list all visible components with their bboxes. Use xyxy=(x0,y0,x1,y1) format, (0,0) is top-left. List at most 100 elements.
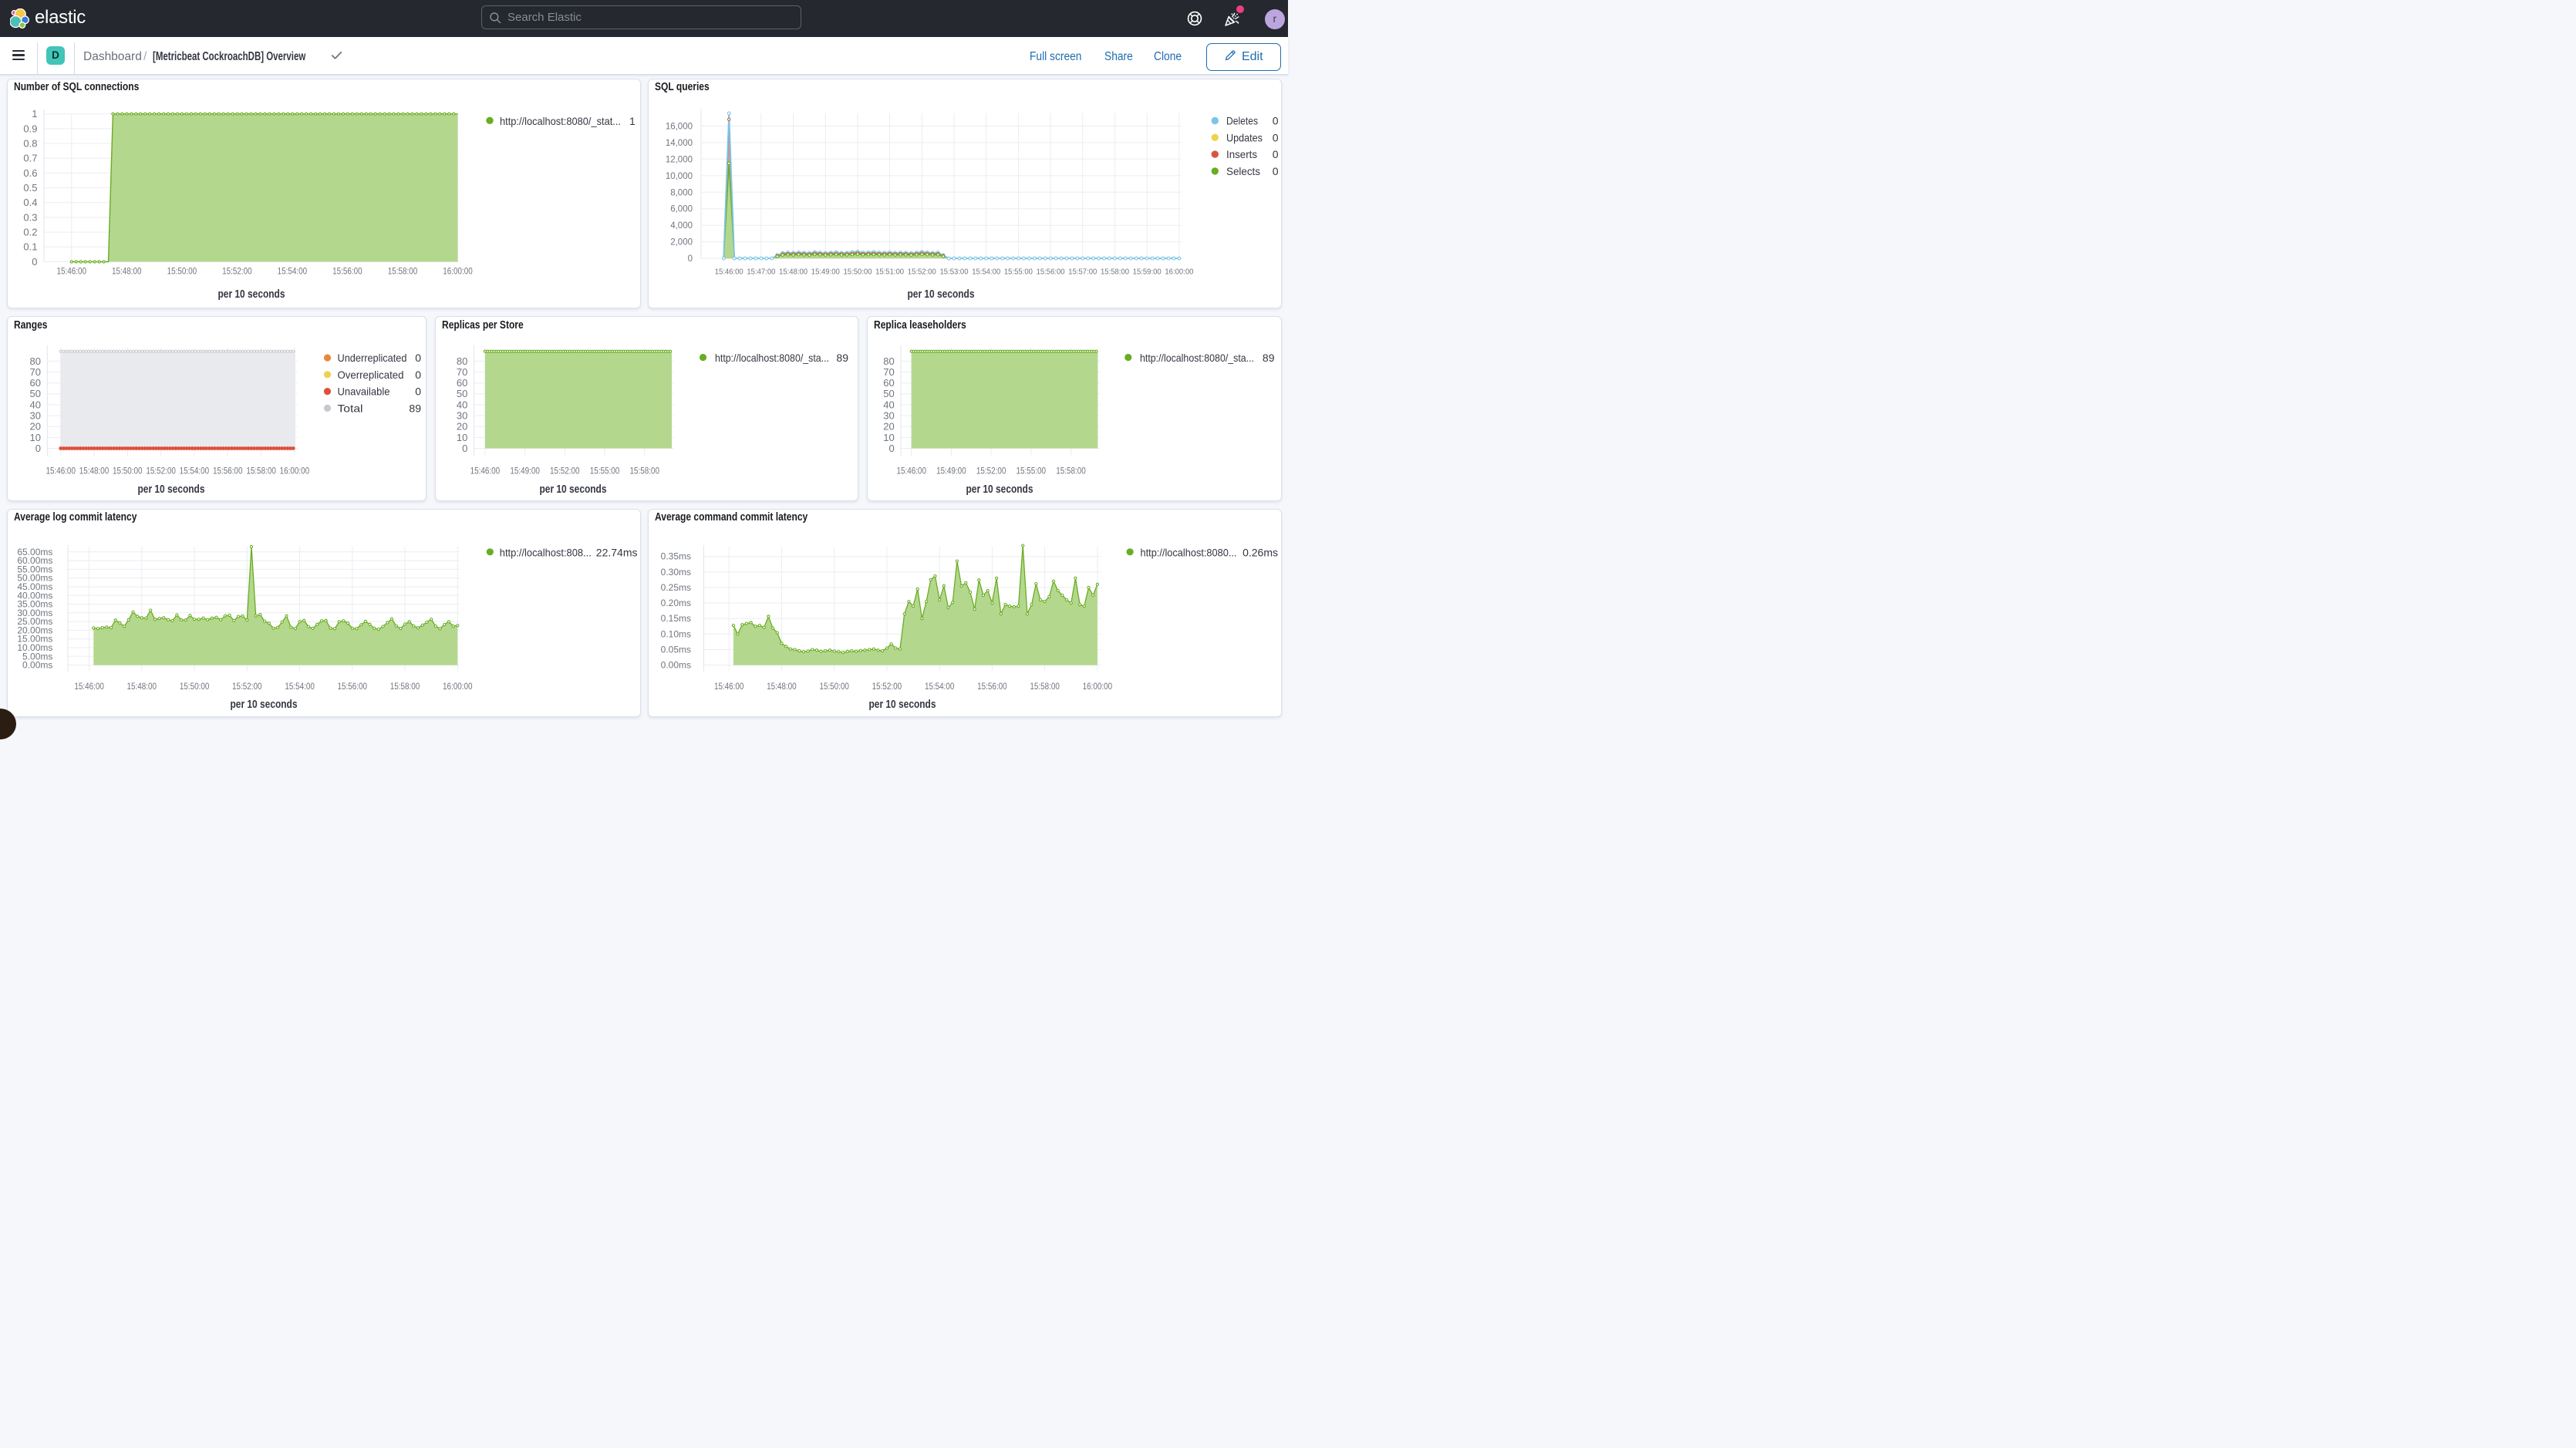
svg-text:70: 70 xyxy=(883,366,894,378)
svg-text:2,000: 2,000 xyxy=(670,237,693,247)
svg-text:0: 0 xyxy=(888,443,894,454)
svg-text:0.30ms: 0.30ms xyxy=(661,566,691,577)
svg-text:10: 10 xyxy=(29,432,40,443)
svg-text:0: 0 xyxy=(1273,164,1279,177)
svg-text:8,000: 8,000 xyxy=(670,188,693,197)
svg-text:per 10 seconds: per 10 seconds xyxy=(869,698,936,711)
svg-text:15:50:00: 15:50:00 xyxy=(179,681,209,692)
svg-text:6,000: 6,000 xyxy=(670,204,693,214)
svg-text:0.1: 0.1 xyxy=(23,241,37,252)
svg-text:80: 80 xyxy=(456,355,467,367)
svg-text:15:52:00: 15:52:00 xyxy=(232,681,262,692)
svg-text:15:50:00: 15:50:00 xyxy=(113,467,143,476)
svg-text:30: 30 xyxy=(29,410,40,422)
svg-text:15:58:00: 15:58:00 xyxy=(246,467,276,476)
svg-text:15:49:00: 15:49:00 xyxy=(811,267,840,276)
svg-text:15:50:00: 15:50:00 xyxy=(167,265,197,276)
svg-text:15:46:00: 15:46:00 xyxy=(714,681,744,692)
svg-text:15:58:00: 15:58:00 xyxy=(629,467,659,476)
svg-text:0: 0 xyxy=(415,352,421,364)
svg-text:per 10 seconds: per 10 seconds xyxy=(217,288,285,301)
svg-text:Total: Total xyxy=(337,402,362,414)
svg-text:80: 80 xyxy=(29,355,40,367)
svg-text:50: 50 xyxy=(456,388,467,399)
svg-text:15:58:00: 15:58:00 xyxy=(1056,467,1086,476)
svg-text:http://localhost:8080/_stat...: http://localhost:8080/_stat... xyxy=(500,114,621,126)
svg-text:http://localhost:8080/_sta...: http://localhost:8080/_sta... xyxy=(1140,352,1254,364)
svg-text:40: 40 xyxy=(456,399,467,410)
svg-text:per 10 seconds: per 10 seconds xyxy=(908,288,975,301)
svg-text:per 10 seconds: per 10 seconds xyxy=(230,698,297,711)
svg-text:12,000: 12,000 xyxy=(666,155,693,164)
svg-text:15:54:00: 15:54:00 xyxy=(285,681,315,692)
svg-text:60: 60 xyxy=(29,377,40,389)
svg-text:per 10 seconds: per 10 seconds xyxy=(539,483,606,496)
svg-text:15:48:00: 15:48:00 xyxy=(79,467,109,476)
svg-text:0: 0 xyxy=(688,254,693,264)
svg-text:16:00:00: 16:00:00 xyxy=(279,467,309,476)
svg-text:15:54:00: 15:54:00 xyxy=(179,467,209,476)
svg-text:89: 89 xyxy=(409,402,421,414)
svg-text:0.6: 0.6 xyxy=(23,167,37,178)
svg-text:15:52:00: 15:52:00 xyxy=(146,467,176,476)
svg-text:0.7: 0.7 xyxy=(23,152,37,163)
svg-text:16:00:00: 16:00:00 xyxy=(443,265,473,276)
svg-text:15:49:00: 15:49:00 xyxy=(510,467,540,476)
svg-text:15:47:00: 15:47:00 xyxy=(747,267,775,276)
svg-text:per 10 seconds: per 10 seconds xyxy=(137,483,204,496)
svg-text:14,000: 14,000 xyxy=(666,138,693,147)
svg-text:0.8: 0.8 xyxy=(23,137,37,149)
svg-text:0.26ms: 0.26ms xyxy=(1242,546,1278,558)
svg-text:http://localhost:808...: http://localhost:808... xyxy=(499,546,591,558)
svg-text:60: 60 xyxy=(883,377,894,389)
svg-text:0: 0 xyxy=(1273,148,1279,160)
svg-text:Deletes: Deletes xyxy=(1226,114,1258,126)
svg-text:0.9: 0.9 xyxy=(23,123,37,134)
svg-text:15:56:00: 15:56:00 xyxy=(212,467,242,476)
svg-text:15:59:00: 15:59:00 xyxy=(1133,267,1162,276)
svg-text:15:58:00: 15:58:00 xyxy=(1030,681,1060,692)
svg-text:15:46:00: 15:46:00 xyxy=(56,265,86,276)
svg-text:15:51:00: 15:51:00 xyxy=(875,267,904,276)
svg-text:Inserts: Inserts xyxy=(1226,148,1257,160)
svg-text:40: 40 xyxy=(29,399,40,410)
svg-text:0.2: 0.2 xyxy=(23,226,37,237)
svg-text:0.4: 0.4 xyxy=(23,197,37,208)
svg-text:Selects: Selects xyxy=(1226,164,1260,177)
svg-text:15:48:00: 15:48:00 xyxy=(112,265,142,276)
svg-text:0.00ms: 0.00ms xyxy=(661,659,691,670)
svg-text:15:55:00: 15:55:00 xyxy=(1017,467,1047,476)
svg-text:0: 0 xyxy=(415,369,421,381)
svg-text:70: 70 xyxy=(456,366,467,378)
svg-text:10: 10 xyxy=(883,432,894,443)
svg-text:4,000: 4,000 xyxy=(670,221,693,231)
svg-text:1: 1 xyxy=(32,108,37,120)
svg-text:0: 0 xyxy=(415,386,421,398)
svg-text:15:46:00: 15:46:00 xyxy=(74,681,104,692)
svg-text:15:58:00: 15:58:00 xyxy=(387,265,417,276)
svg-text:0: 0 xyxy=(1273,131,1279,143)
svg-text:15:46:00: 15:46:00 xyxy=(46,467,76,476)
svg-text:0.20ms: 0.20ms xyxy=(661,598,691,608)
svg-text:Updates: Updates xyxy=(1226,131,1263,143)
svg-text:16:00:00: 16:00:00 xyxy=(1083,681,1113,692)
svg-text:15:48:00: 15:48:00 xyxy=(126,681,157,692)
svg-text:50: 50 xyxy=(29,388,40,399)
svg-text:http://localhost:8080...: http://localhost:8080... xyxy=(1141,546,1237,558)
svg-text:Overreplicated: Overreplicated xyxy=(337,369,403,381)
svg-text:10: 10 xyxy=(456,432,467,443)
svg-text:15:52:00: 15:52:00 xyxy=(976,467,1006,476)
svg-text:15:46:00: 15:46:00 xyxy=(896,467,926,476)
svg-text:0: 0 xyxy=(35,443,40,454)
svg-text:15:58:00: 15:58:00 xyxy=(1101,267,1129,276)
svg-text:15:46:00: 15:46:00 xyxy=(715,267,743,276)
svg-text:15:50:00: 15:50:00 xyxy=(819,681,849,692)
svg-text:15:54:00: 15:54:00 xyxy=(277,265,307,276)
svg-text:15:56:00: 15:56:00 xyxy=(977,681,1007,692)
svg-text:15:56:00: 15:56:00 xyxy=(1037,267,1065,276)
svg-text:per 10 seconds: per 10 seconds xyxy=(966,483,1033,496)
svg-text:0.15ms: 0.15ms xyxy=(661,613,691,624)
svg-text:15:48:00: 15:48:00 xyxy=(779,267,808,276)
svg-text:15:56:00: 15:56:00 xyxy=(332,265,362,276)
svg-text:30: 30 xyxy=(883,410,894,422)
